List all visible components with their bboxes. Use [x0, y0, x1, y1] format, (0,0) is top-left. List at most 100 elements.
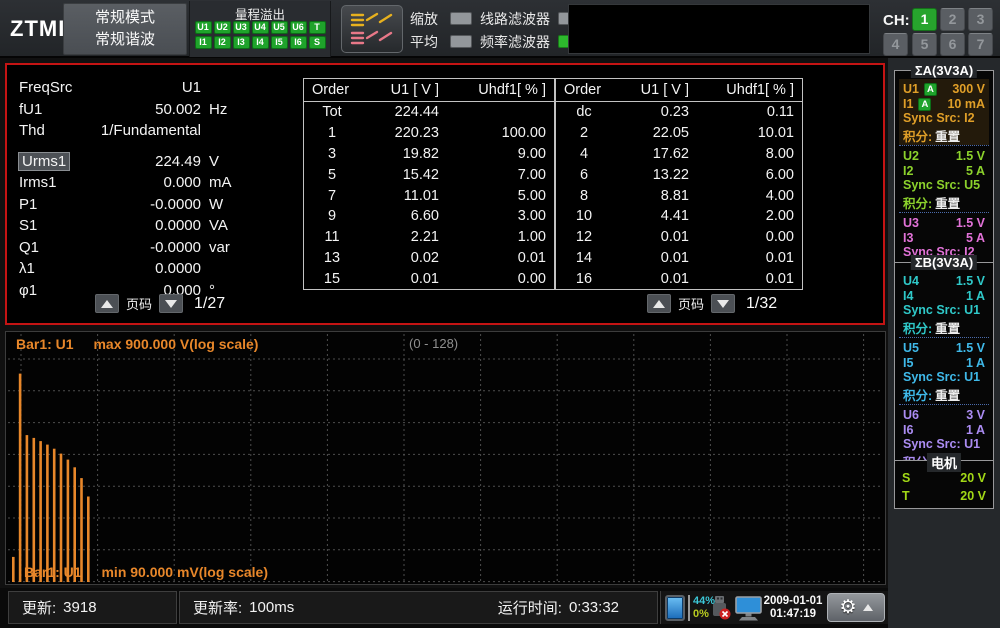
sidebar-channel-group: U5 1.5 V I5 1 A Sync Src: U1 积分: 重置 — [899, 337, 989, 404]
runtime-label: 运行时间: — [497, 600, 562, 617]
mode-selector[interactable]: 常规模式 常规谐波 — [63, 3, 187, 55]
readout-row: fU1 50.002 Hz — [19, 99, 237, 121]
wiring-button[interactable] — [341, 5, 403, 53]
cell-uhdf1: 1.00 — [517, 229, 546, 246]
toggle-label: 线路滤波器 — [480, 10, 550, 27]
settings-button[interactable]: ⚙ — [827, 593, 885, 622]
table-row: 15 0.01 0.00 — [304, 268, 554, 289]
table-row: 9 6.60 3.00 — [304, 206, 554, 227]
pager-value: 1/32 — [746, 294, 778, 312]
wiring-sidebar: ΣA(3V3A) U1 A 300 V I1 A 10 mA Sync Src: I2 积分: 重… — [888, 58, 1000, 628]
cell-order: 16 — [575, 270, 593, 287]
sync-source-label: Sync Src: I2 — [903, 111, 975, 125]
readout-name: λ1 — [19, 260, 35, 278]
cell-uhdf1: 5.00 — [517, 187, 546, 204]
cell-uhdf1: 3.00 — [517, 208, 546, 225]
overflow-indicator: U6 — [289, 21, 307, 34]
cell-uhdf1: 0.01 — [765, 249, 794, 266]
cell-u1: 0.01 — [410, 270, 439, 287]
cell-order: Tot — [322, 104, 342, 121]
sync-source-label: Sync Src: U1 — [903, 437, 981, 451]
readout-value: 0.0000 — [155, 260, 201, 278]
channel-name: U3 — [903, 215, 919, 230]
cell-order: 8 — [579, 187, 589, 204]
network-display-icon — [735, 596, 762, 626]
cell-uhdf1: 6.00 — [765, 166, 794, 183]
page-down-button[interactable] — [159, 294, 184, 313]
integration-value: 重置 — [935, 389, 961, 403]
readout-value: 1/Fundamental — [100, 122, 201, 140]
col-header-uhdf1: Uhdf1[ % ] — [726, 82, 794, 98]
col-header-u1: U1 [ V ] — [390, 82, 439, 98]
update-rate-section: 更新率: 100ms 运行时间: 0:33:32 — [179, 591, 658, 624]
channel-button-1[interactable]: 1 — [912, 8, 937, 31]
selected-item-cursor[interactable]: Urms1 — [17, 151, 71, 171]
readout-row: P1 -0.0000 W — [19, 194, 237, 216]
cell-order: 13 — [323, 249, 341, 266]
readout-name: Urms1 — [17, 151, 85, 171]
harmonic-table-header: Order U1 [ V ] Uhdf1[ % ] — [304, 79, 554, 102]
sidebar-channel-row: I2 5 A — [900, 163, 988, 178]
toggle-switch[interactable] — [450, 35, 472, 48]
readout-unit: W — [209, 195, 224, 213]
table-row: 16 0.01 0.01 — [556, 268, 802, 289]
channel-button-2[interactable]: 2 — [940, 8, 965, 31]
cell-order: 1 — [327, 125, 337, 142]
overflow-indicator: I6 — [289, 36, 307, 49]
table-row: 11 2.21 1.00 — [304, 227, 554, 248]
table-row: 8 8.81 4.00 — [556, 185, 802, 206]
readout-name: FreqSrc — [19, 79, 73, 97]
page-down-icon — [717, 299, 730, 308]
overflow-indicator: T — [308, 21, 326, 34]
cell-u1: 6.60 — [410, 208, 439, 225]
sync-source-label: Sync Src: U1 — [903, 370, 981, 384]
cell-u1: 15.42 — [402, 166, 439, 183]
channel-name: I4 — [903, 288, 914, 303]
cell-u1: 220.23 — [394, 125, 439, 142]
readout-name: Q1 — [19, 238, 40, 256]
chart-min-scale: min 90.000 mV(log scale) — [101, 564, 269, 580]
channel-button-6[interactable]: 6 — [940, 33, 965, 56]
page-up-button[interactable] — [647, 294, 671, 313]
sidebar-channel-row: U2 1.5 V — [900, 148, 988, 163]
sidebar-channel-row: U6 3 V — [900, 407, 988, 422]
sidebar-channel-row: U3 1.5 V — [900, 215, 988, 230]
sidebar-channel-row: I4 1 A — [900, 288, 988, 303]
cell-order: 14 — [575, 249, 593, 266]
page-up-button[interactable] — [95, 294, 119, 313]
cell-uhdf1: 0.01 — [765, 270, 794, 287]
right-pager: 页码 1/32 — [647, 294, 777, 313]
chart-title: Bar1: U1 — [24, 564, 82, 580]
integration-row: 积分:重置 — [900, 126, 988, 144]
channel-button-7[interactable]: 7 — [968, 33, 993, 56]
channel-name: I1 A — [903, 97, 932, 111]
channel-range-value: 5 A — [966, 163, 985, 178]
readout-value: 50.002 — [155, 100, 201, 118]
usb-error-icon — [709, 595, 731, 626]
cell-u1: 19.82 — [402, 145, 439, 162]
pager-value: 1/27 — [194, 294, 226, 312]
update-count-section: 更新: 3918 — [8, 591, 177, 624]
readout-value: U1 — [181, 79, 201, 97]
cell-u1: 13.22 — [652, 166, 689, 183]
cell-order: dc — [576, 104, 592, 121]
integration-label: 积分: — [903, 389, 933, 403]
status-bar: 更新: 3918 更新率: 100ms 运行时间: 0:33:32 44% 0% — [0, 588, 888, 628]
channel-button-3[interactable]: 3 — [968, 8, 993, 31]
cell-order: 5 — [327, 166, 337, 183]
motor-value: 20 V — [960, 489, 986, 503]
time-value: 01:47:19 — [769, 608, 817, 620]
page-down-icon — [165, 299, 178, 308]
page-down-button[interactable] — [711, 294, 736, 313]
toggle-switch[interactable] — [450, 12, 472, 25]
datetime-display: 2009-01-01 01:47:19 — [761, 595, 825, 621]
readout-value: 0.000 — [163, 174, 201, 192]
cell-order: 2 — [579, 125, 589, 142]
channel-panel: CH: 123 4567 — [878, 0, 1000, 58]
cell-u1: 0.23 — [660, 104, 689, 121]
channel-button-5[interactable]: 5 — [912, 33, 937, 56]
channel-button-4[interactable]: 4 — [883, 33, 908, 56]
table-row: 2 22.05 10.01 — [556, 123, 802, 144]
integration-label: 积分: — [903, 322, 933, 336]
voltage-overflow-indicators: U1 U2 U3 U4 U5 U6 T — [190, 21, 330, 34]
